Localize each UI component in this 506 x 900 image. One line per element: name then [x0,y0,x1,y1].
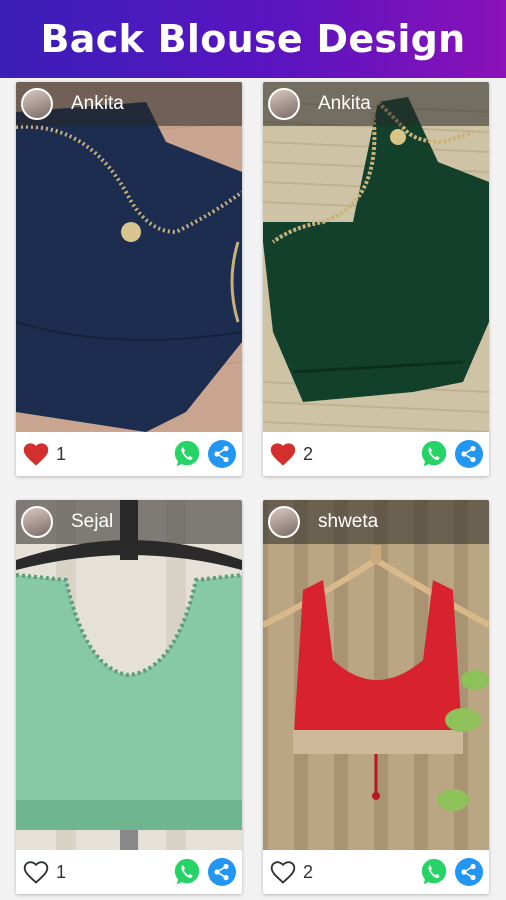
like-count: 2 [303,443,314,464]
user-name[interactable]: Ankita [318,93,371,115]
user-name[interactable]: Sejal [71,511,113,533]
post-actions: 1 [16,432,242,476]
post-header: shweta [263,500,489,544]
post-actions: 1 [16,850,242,894]
post-image[interactable] [263,82,489,432]
heart-filled-icon[interactable] [22,441,50,467]
user-name[interactable]: Ankita [71,93,124,115]
heart-filled-icon[interactable] [269,441,297,467]
share-icon[interactable] [455,440,483,468]
share-icon[interactable] [455,858,483,886]
share-icon[interactable] [208,440,236,468]
heart-outline-icon[interactable] [22,859,50,885]
avatar[interactable] [21,506,53,538]
post-actions: 2 [263,432,489,476]
post-actions: 2 [263,850,489,894]
post-card[interactable]: Ankita 2 [263,82,489,476]
post-image[interactable] [16,500,242,850]
app-bar: Back Blouse Design [0,0,506,78]
like-count: 2 [303,861,314,882]
whatsapp-icon[interactable] [419,439,449,469]
whatsapp-icon[interactable] [419,857,449,887]
page-title: Back Blouse Design [40,17,466,61]
heart-outline-icon[interactable] [269,859,297,885]
post-header: Ankita [263,82,489,126]
post-header: Sejal [16,500,242,544]
avatar[interactable] [21,88,53,120]
post-header: Ankita [16,82,242,126]
like-count: 1 [56,861,67,882]
avatar[interactable] [268,506,300,538]
avatar[interactable] [268,88,300,120]
post-card[interactable]: Ankita 1 [16,82,242,476]
post-image[interactable] [263,500,489,850]
user-name[interactable]: shweta [318,511,378,533]
like-count: 1 [56,443,67,464]
post-card[interactable]: shweta 2 [263,500,489,894]
share-icon[interactable] [208,858,236,886]
whatsapp-icon[interactable] [172,439,202,469]
post-card[interactable]: Sejal 1 [16,500,242,894]
whatsapp-icon[interactable] [172,857,202,887]
post-image[interactable] [16,82,242,432]
